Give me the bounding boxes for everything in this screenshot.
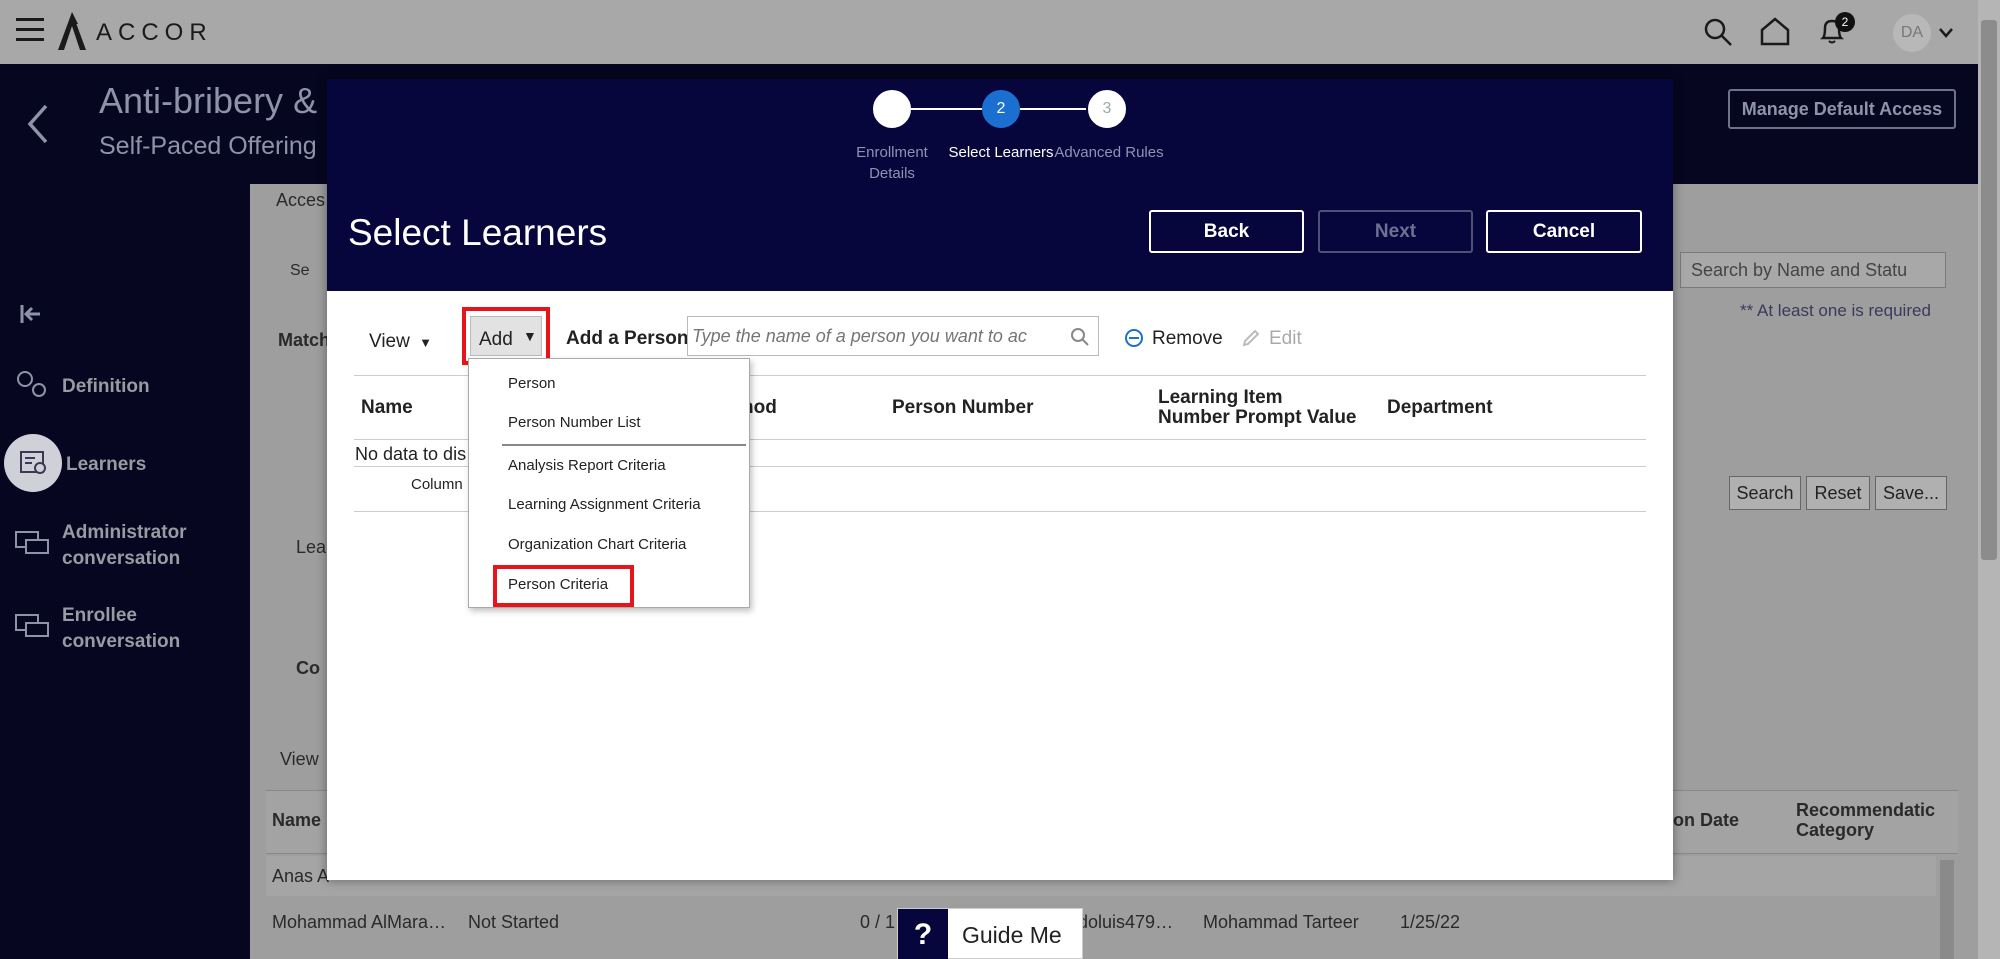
table-cell: Not Started — [468, 912, 560, 932]
column-header-name[interactable]: Name — [361, 398, 413, 418]
menu-item-learning-assignment-criteria[interactable]: Learning Assignment Criteria — [508, 496, 701, 513]
cancel-button[interactable]: Cancel — [1486, 210, 1642, 253]
sidebar-item-label: Administrator conversation — [62, 522, 187, 569]
hamburger-menu-icon[interactable] — [16, 18, 44, 42]
step-connector — [911, 108, 982, 110]
step-2-select-learners[interactable]: 2 — [982, 90, 1020, 128]
home-icon[interactable] — [1759, 15, 1791, 47]
required-note: ** At least one is required — [1740, 301, 1931, 320]
search-icon[interactable] — [1703, 17, 1733, 47]
no-data-message: No data to dis — [355, 444, 467, 464]
sidebar-item-label: Learners — [66, 454, 147, 475]
help-question-icon: ? — [898, 909, 948, 959]
table-cell: 1/25/22 — [1400, 912, 1461, 932]
background-reset-button[interactable]: Reset — [1806, 476, 1870, 510]
column-header-person-number[interactable]: Person Number — [892, 398, 1033, 418]
manage-default-access-button[interactable]: Manage Default Access — [1728, 89, 1956, 129]
top-bar — [0, 0, 1978, 64]
sidebar-item-administrator-conversation[interactable]: Administrator conversation — [14, 520, 234, 576]
background-col-recommendation: Recommendatic Category — [1796, 800, 1936, 840]
guide-me-label: Guide Me — [962, 922, 1062, 948]
column-header-prompt-value[interactable]: Learning Item Number Prompt Value — [1158, 388, 1358, 428]
add-person-search-field[interactable] — [687, 316, 1099, 356]
columns-hidden-label: Column — [411, 476, 463, 493]
background-col-date: on Date — [1673, 810, 1740, 830]
accor-logo-icon — [58, 12, 86, 50]
menu-item-analysis-report-criteria[interactable]: Analysis Report Criteria — [508, 457, 666, 474]
section-header-learners[interactable]: Lea — [296, 537, 326, 558]
search-icon[interactable] — [1070, 327, 1090, 347]
back-button[interactable]: Back — [1149, 210, 1304, 253]
table-cell: doluis479… — [1078, 912, 1174, 932]
menu-item-person[interactable]: Person — [508, 375, 556, 392]
page-subtitle: Self-Paced Offering — [99, 132, 317, 160]
caret-down-icon: ▼ — [419, 335, 432, 350]
notification-badge: 2 — [1835, 12, 1855, 32]
background-col-name: Name — [272, 810, 322, 830]
menu-item-organization-chart-criteria[interactable]: Organization Chart Criteria — [508, 536, 686, 553]
back-arrow-icon[interactable] — [24, 102, 52, 146]
menu-separator — [502, 444, 746, 446]
menu-item-person-criteria[interactable]: Person Criteria — [508, 576, 608, 593]
table-cell: Mohammad Tarteer — [1203, 912, 1359, 932]
access-tab[interactable]: Acces — [276, 190, 325, 211]
table-cell: Mohammad AlMara… — [272, 912, 447, 932]
step-1-label[interactable]: Enrollment Details — [845, 142, 939, 184]
collapse-sidebar-icon[interactable] — [20, 303, 44, 325]
sidebar-item-label: Enrollee conversation — [62, 605, 181, 652]
logo-text: ACCOR — [96, 19, 213, 46]
learners-glyph-icon — [20, 451, 46, 474]
add-person-input[interactable] — [692, 321, 1048, 351]
con-label: Co — [296, 658, 320, 678]
chat-icon — [15, 614, 49, 637]
page-title: Anti-bribery & — [99, 80, 318, 121]
gear-icon — [17, 371, 46, 397]
match-label: Match — [278, 330, 331, 350]
sidebar-item-label: Definition — [62, 376, 150, 397]
view-menu[interactable]: View ▼ — [369, 331, 432, 353]
section-header-search[interactable]: Se — [290, 262, 310, 280]
sidebar-item-learners[interactable]: Learners — [4, 434, 234, 494]
caret-down-icon: ▼ — [523, 328, 537, 344]
page-scrollbar-thumb[interactable] — [1981, 20, 1997, 560]
chevron-down-icon[interactable] — [1938, 27, 1954, 39]
table-cell: 0 / 1 — [860, 912, 896, 932]
guide-me-widget[interactable]: ? Guide Me — [897, 908, 1083, 959]
step-1-enrollment-details[interactable] — [873, 90, 911, 128]
sidebar-item-definition[interactable]: Definition — [14, 368, 234, 408]
step-2-label[interactable]: Select Learners — [946, 142, 1056, 163]
remove-label: Remove — [1152, 328, 1223, 349]
menu-item-person-number-list[interactable]: Person Number List — [508, 414, 641, 431]
minus-circle-icon — [1125, 329, 1143, 347]
view-menu-label: View — [369, 331, 410, 352]
step-3-advanced-rules[interactable]: 3 — [1088, 90, 1126, 128]
sidebar-item-enrollee-conversation[interactable]: Enrollee conversation — [14, 603, 234, 659]
add-menu-label: Add — [479, 329, 513, 350]
step-connector — [1020, 108, 1086, 110]
background-search-field[interactable]: Search by Name and Statu — [1680, 252, 1946, 288]
next-button[interactable]: Next — [1318, 210, 1473, 253]
user-avatar[interactable]: DA — [1893, 14, 1931, 52]
add-a-person-label: Add a Person — [566, 328, 689, 349]
dialog-title: Select Learners — [348, 212, 608, 253]
step-3-label[interactable]: Advanced Rules — [1054, 142, 1164, 163]
background-search-button[interactable]: Search — [1729, 476, 1801, 510]
background-view-menu[interactable]: View — [280, 749, 319, 770]
background-save-button[interactable]: Save... — [1875, 476, 1947, 510]
background-table-scrollbar[interactable] — [1940, 860, 1954, 959]
column-header-department[interactable]: Department — [1387, 398, 1493, 418]
edit-label: Edit — [1269, 328, 1302, 349]
table-cell: Anas A — [272, 866, 330, 886]
chat-icon — [15, 531, 49, 554]
pencil-icon — [1242, 329, 1260, 347]
